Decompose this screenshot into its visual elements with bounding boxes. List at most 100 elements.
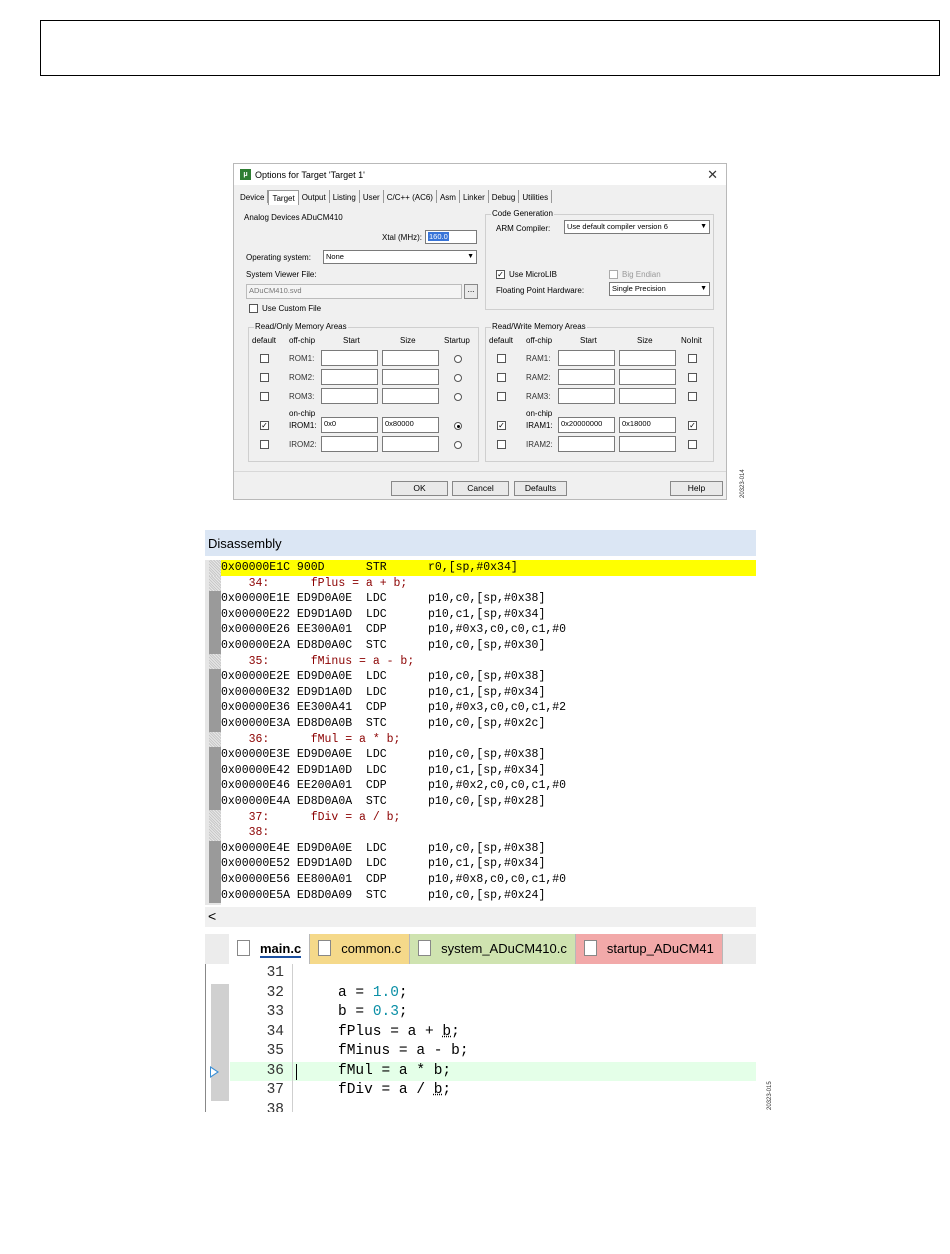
ro-rom1-default-checkbox[interactable] <box>260 354 269 363</box>
asm-line[interactable]: 0x00000E5A ED8D0A09 STC p10,c0,[sp,#0x24… <box>221 888 756 904</box>
source-line[interactable]: 35: fMinus = a - b; <box>221 654 756 670</box>
tab-device[interactable]: Device <box>237 190 269 203</box>
rw-ram2-start-input[interactable] <box>558 369 615 385</box>
ro-irom1-size-input[interactable]: 0x80000 <box>382 417 439 433</box>
tab-listing[interactable]: Listing <box>330 190 360 203</box>
ok-button[interactable]: OK <box>391 481 448 496</box>
asm-line[interactable]: 0x00000E2E ED9D0A0E LDC p10,c0,[sp,#0x38… <box>221 669 756 685</box>
rw-iram2-size-input[interactable] <box>619 436 676 452</box>
ro-irom1-start-input[interactable]: 0x0 <box>321 417 378 433</box>
asm-line[interactable]: 0x00000E22 ED9D1A0D LDC p10,c1,[sp,#0x34… <box>221 607 756 623</box>
ro-irom2-size-input[interactable] <box>382 436 439 452</box>
source-line[interactable]: 38: <box>221 825 756 841</box>
use-custom-file-checkbox[interactable] <box>249 304 258 313</box>
ro-rom2-startup-radio[interactable] <box>454 374 462 382</box>
code-line[interactable]: 33 b = 0.3; <box>230 1003 756 1023</box>
asm-line[interactable]: 0x00000E3E ED9D0A0E LDC p10,c0,[sp,#0x38… <box>221 747 756 763</box>
asm-line[interactable]: 0x00000E42 ED9D1A0D LDC p10,c1,[sp,#0x34… <box>221 763 756 779</box>
ro-irom1-default-checkbox[interactable]: ✓ <box>260 421 269 430</box>
rw-ram1-start-input[interactable] <box>558 350 615 366</box>
compiler-select[interactable]: Use default compiler version 6 ▼ <box>564 220 710 234</box>
rw-ram3-noinit-checkbox[interactable] <box>688 392 697 401</box>
tab-c-c-ac6-[interactable]: C/C++ (AC6) <box>384 190 437 203</box>
asm-line[interactable]: 0x00000E36 EE300A41 CDP p10,#0x3,c0,c0,c… <box>221 700 756 716</box>
tab-target[interactable]: Target <box>268 190 299 205</box>
tab-utilities[interactable]: Utilities <box>519 190 553 203</box>
code-line[interactable]: 37 fDiv = a / b; <box>230 1081 756 1101</box>
asm-line[interactable]: 0x00000E3A ED8D0A0B STC p10,c0,[sp,#0x2c… <box>221 716 756 732</box>
editor-body[interactable]: 31 32 a = 1.0; 33 b = 0.3; 34 fPlus = a + b; 35… <box>205 964 756 1112</box>
tab-user[interactable]: User <box>360 190 384 203</box>
code-line[interactable]: 35 fMinus = a - b; <box>230 1042 756 1062</box>
source-line[interactable]: 37: fDiv = a / b; <box>221 810 756 826</box>
rw-ram1-noinit-checkbox[interactable] <box>688 354 697 363</box>
ro-rom3-size-input[interactable] <box>382 388 439 404</box>
editor-tab-startup-aducm41[interactable]: startup_ADuCM41 <box>575 934 723 964</box>
ro-rom3-start-input[interactable] <box>321 388 378 404</box>
tab-output[interactable]: Output <box>299 190 330 203</box>
code-line[interactable]: 34 fPlus = a + b; <box>230 1022 756 1042</box>
cancel-button[interactable]: Cancel <box>452 481 509 496</box>
rw-ram3-start-input[interactable] <box>558 388 615 404</box>
editor-tab-system-aducm410-c[interactable]: system_ADuCM410.c <box>410 934 576 964</box>
rw-ram2-noinit-checkbox[interactable] <box>688 373 697 382</box>
tab-asm[interactable]: Asm <box>437 190 460 203</box>
asm-line[interactable]: 0x00000E1C 900D STR r0,[sp,#0x34] <box>221 560 756 576</box>
source-line[interactable]: 36: fMul = a * b; <box>221 732 756 748</box>
asm-line[interactable]: 0x00000E52 ED9D1A0D LDC p10,c1,[sp,#0x34… <box>221 856 756 872</box>
asm-line[interactable]: 0x00000E2A ED8D0A0C STC p10,c0,[sp,#0x30… <box>221 638 756 654</box>
ro-irom2-start-input[interactable] <box>321 436 378 452</box>
asm-line[interactable]: 0x00000E26 EE300A01 CDP p10,#0x3,c0,c0,c… <box>221 622 756 638</box>
asm-line[interactable]: 0x00000E4A ED8D0A0A STC p10,c0,[sp,#0x28… <box>221 794 756 810</box>
rw-iram2-default-checkbox[interactable] <box>497 440 506 449</box>
disassembly-listing[interactable]: 0x00000E1C 900D STR r0,[sp,#0x34] 34: fP… <box>205 560 756 905</box>
tab-linker[interactable]: Linker <box>460 190 489 203</box>
horizontal-scrollbar[interactable]: < <box>205 907 756 927</box>
rw-ram3-size-input[interactable] <box>619 388 676 404</box>
asm-line[interactable]: 0x00000E32 ED9D1A0D LDC p10,c1,[sp,#0x34… <box>221 685 756 701</box>
asm-line[interactable]: 0x00000E46 EE200A01 CDP p10,#0x2,c0,c0,c… <box>221 778 756 794</box>
scroll-left-icon[interactable]: < <box>208 908 216 924</box>
rw-ram1-size-input[interactable] <box>619 350 676 366</box>
rw-iram1-size-input[interactable]: 0x18000 <box>619 417 676 433</box>
help-button[interactable]: Help <box>670 481 723 496</box>
code-line[interactable]: 32 a = 1.0; <box>230 983 756 1003</box>
ro-rom3-default-checkbox[interactable] <box>260 392 269 401</box>
rw-iram1-default-checkbox[interactable]: ✓ <box>497 421 506 430</box>
code-line[interactable]: 36 fMul = a * b; <box>230 1061 756 1081</box>
rw-ram2-size-input[interactable] <box>619 369 676 385</box>
code-line[interactable]: 31 <box>230 964 756 984</box>
ro-rom1-start-input[interactable] <box>321 350 378 366</box>
rw-ram3-default-checkbox[interactable] <box>497 392 506 401</box>
ro-rom2-size-input[interactable] <box>382 369 439 385</box>
big-endian-checkbox[interactable] <box>609 270 618 279</box>
rw-ram1-default-checkbox[interactable] <box>497 354 506 363</box>
ro-rom1-startup-radio[interactable] <box>454 355 462 363</box>
ro-irom2-default-checkbox[interactable] <box>260 440 269 449</box>
tab-debug[interactable]: Debug <box>489 190 520 203</box>
editor-tab-main-c[interactable]: main.c <box>229 934 311 964</box>
xtal-input[interactable]: 160.0 <box>425 230 477 244</box>
os-select[interactable]: None ▼ <box>323 250 477 264</box>
defaults-button[interactable]: Defaults <box>514 481 567 496</box>
ro-rom2-start-input[interactable] <box>321 369 378 385</box>
rw-ram2-default-checkbox[interactable] <box>497 373 506 382</box>
ro-irom1-startup-radio[interactable] <box>454 422 462 430</box>
ro-irom2-startup-radio[interactable] <box>454 441 462 449</box>
source-line[interactable]: 34: fPlus = a + b; <box>221 576 756 592</box>
ro-rom2-default-checkbox[interactable] <box>260 373 269 382</box>
fph-select[interactable]: Single Precision ▼ <box>609 282 710 296</box>
ro-rom3-startup-radio[interactable] <box>454 393 462 401</box>
asm-line[interactable]: 0x00000E4E ED9D0A0E LDC p10,c0,[sp,#0x38… <box>221 841 756 857</box>
rw-iram1-start-input[interactable]: 0x20000000 <box>558 417 615 433</box>
rw-iram2-start-input[interactable] <box>558 436 615 452</box>
ro-rom1-size-input[interactable] <box>382 350 439 366</box>
use-microlib-checkbox[interactable]: ✓ <box>496 270 505 279</box>
svf-input[interactable]: ADuCM410.svd <box>246 284 462 299</box>
svf-browse-button[interactable]: ... <box>464 284 478 299</box>
code-line[interactable]: 38 <box>230 1100 756 1112</box>
asm-line[interactable]: 0x00000E56 EE800A01 CDP p10,#0x8,c0,c0,c… <box>221 872 756 888</box>
rw-iram1-noinit-checkbox[interactable]: ✓ <box>688 421 697 430</box>
rw-iram2-noinit-checkbox[interactable] <box>688 440 697 449</box>
editor-tab-common-c[interactable]: common.c <box>310 934 411 964</box>
